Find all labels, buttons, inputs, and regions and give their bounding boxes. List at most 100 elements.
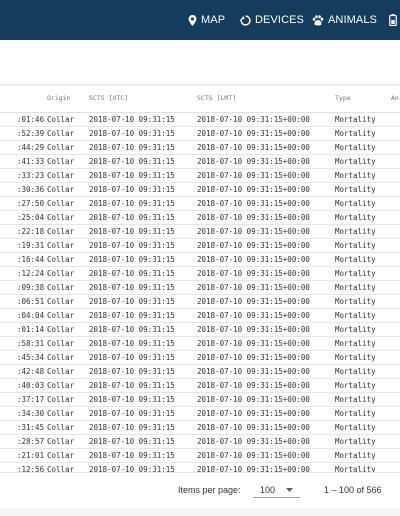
cell-scts-lmt: 2018-07-10 09:31:15+00:00: [197, 308, 335, 323]
cell-type: Mortality: [335, 364, 391, 379]
column-header-time[interactable]: [0, 84, 47, 113]
nav-animals-link[interactable]: ANIMALS: [312, 0, 377, 40]
cell-partial: [391, 392, 400, 407]
cell-type: Mortality: [335, 182, 391, 197]
cell-origin: Collar: [47, 126, 89, 141]
header-row: Origin SCTS [UTC] SCTS [LMT] Type An: [0, 84, 400, 113]
cell-scts-utc: 2018-07-10 09:31:15: [89, 322, 197, 337]
column-header-partial[interactable]: An: [391, 84, 400, 113]
table-row[interactable]: :09:38 Collar 2018-07-10 09:31:15 2018-07-1…: [0, 280, 400, 295]
table-row[interactable]: :12:24 Collar 2018-07-10 09:31:15 2018-07-1…: [0, 266, 400, 281]
table-row[interactable]: :22:18 Collar 2018-07-10 09:31:15 2018-07-1…: [0, 224, 400, 239]
cell-scts-lmt: 2018-07-10 09:31:15+00:00: [197, 420, 335, 435]
table-row[interactable]: :30:36 Collar 2018-07-10 09:31:15 2018-07-1…: [0, 182, 400, 197]
cell-origin: Collar: [47, 196, 89, 211]
cell-partial: [391, 112, 400, 127]
table-row[interactable]: :06:51 Collar 2018-07-10 09:31:15 2018-07-1…: [0, 294, 400, 309]
table-row[interactable]: :41:33 Collar 2018-07-10 09:31:15 2018-07-1…: [0, 154, 400, 169]
table-row[interactable]: :25:04 Collar 2018-07-10 09:31:15 2018-07-1…: [0, 210, 400, 225]
cell-origin: Collar: [47, 210, 89, 225]
cell-scts-lmt: 2018-07-10 09:31:15+00:00: [197, 336, 335, 351]
cell-time-text: :44:29: [17, 143, 45, 152]
cell-origin: Collar: [47, 420, 89, 435]
cell-partial: [391, 196, 400, 211]
table-row[interactable]: :52:39 Collar 2018-07-10 09:31:15 2018-07-1…: [0, 126, 400, 141]
table-row[interactable]: :33:23 Collar 2018-07-10 09:31:15 2018-07-1…: [0, 168, 400, 183]
cell-time-text: :12:56: [17, 465, 45, 472]
table-row[interactable]: :31:45 Collar 2018-07-10 09:31:15 2018-07-1…: [0, 420, 400, 435]
cell-type: Mortality: [335, 266, 391, 281]
table-row[interactable]: :01:14 Collar 2018-07-10 09:31:15 2018-07-1…: [0, 322, 400, 337]
table-row[interactable]: :19:31 Collar 2018-07-10 09:31:15 2018-07-1…: [0, 238, 400, 253]
column-header-scts-utc[interactable]: SCTS [UTC]: [89, 84, 197, 113]
cell-origin: Collar: [47, 224, 89, 239]
table-row[interactable]: :04:04 Collar 2018-07-10 09:31:15 2018-07-1…: [0, 308, 400, 323]
cell-scts-lmt: 2018-07-10 09:31:15+00:00: [197, 140, 335, 155]
column-header-type[interactable]: Type: [335, 84, 391, 113]
cell-scts-lmt: 2018-07-10 09:31:15+00:00: [197, 154, 335, 169]
cell-time-text: :33:23: [17, 171, 45, 180]
chevron-down-icon: [286, 488, 293, 492]
cell-partial: [391, 238, 400, 253]
table-row[interactable]: :40:03 Collar 2018-07-10 09:31:15 2018-07-1…: [0, 378, 400, 393]
bottom-strip: [0, 508, 400, 516]
cell-time-text: :42:48: [17, 367, 45, 376]
cell-time-text: :25:04: [17, 213, 45, 222]
cell-time: :09:38: [0, 280, 47, 295]
cell-time: :28:57: [0, 434, 47, 449]
nav-map-label: MAP: [201, 14, 226, 26]
table-row[interactable]: :42:48 Collar 2018-07-10 09:31:15 2018-07-1…: [0, 364, 400, 379]
table-row[interactable]: :34:30 Collar 2018-07-10 09:31:15 2018-07-1…: [0, 406, 400, 421]
cell-time: :22:18: [0, 224, 47, 239]
cell-time: :01:46: [0, 112, 47, 127]
table-row[interactable]: :28:57 Collar 2018-07-10 09:31:15 2018-07-1…: [0, 434, 400, 449]
cell-time: :25:04: [0, 210, 47, 225]
cell-partial: [391, 406, 400, 421]
cell-scts-utc: 2018-07-10 09:31:15: [89, 224, 197, 239]
nav-map-link[interactable]: MAP: [188, 0, 225, 40]
items-per-page-select[interactable]: 100: [253, 481, 300, 498]
nav-overflow-link[interactable]: [389, 0, 400, 40]
cell-scts-utc: 2018-07-10 09:31:15: [89, 294, 197, 309]
cell-scts-lmt: 2018-07-10 09:31:15+00:00: [197, 252, 335, 267]
cell-type: Mortality: [335, 196, 391, 211]
cell-scts-lmt: 2018-07-10 09:31:15+00:00: [197, 448, 335, 463]
cell-time: :45:34: [0, 350, 47, 365]
column-header-scts-lmt[interactable]: SCTS [LMT]: [197, 84, 335, 113]
table-row[interactable]: :37:17 Collar 2018-07-10 09:31:15 2018-07-1…: [0, 392, 400, 407]
map-pin-icon: [188, 14, 197, 26]
nav-devices-link[interactable]: DEVICES: [240, 0, 304, 40]
cell-type: Mortality: [335, 434, 391, 449]
cell-time: :06:51: [0, 294, 47, 309]
cell-origin: Collar: [47, 448, 89, 463]
cell-time: :12:24: [0, 266, 47, 281]
table-row[interactable]: :16:44 Collar 2018-07-10 09:31:15 2018-07-1…: [0, 252, 400, 267]
cell-origin: Collar: [47, 336, 89, 351]
cell-time-text: :31:45: [17, 423, 45, 432]
table-row[interactable]: :27:50 Collar 2018-07-10 09:31:15 2018-07-1…: [0, 196, 400, 211]
column-header-origin[interactable]: Origin: [47, 84, 89, 113]
cell-time-text: :28:57: [17, 437, 45, 446]
cell-scts-utc: 2018-07-10 09:31:15: [89, 336, 197, 351]
cell-scts-utc: 2018-07-10 09:31:15: [89, 280, 197, 295]
table-row[interactable]: :44:29 Collar 2018-07-10 09:31:15 2018-07-1…: [0, 140, 400, 155]
table-row[interactable]: :21:01 Collar 2018-07-10 09:31:15 2018-07-1…: [0, 448, 400, 463]
cell-partial: [391, 420, 400, 435]
cell-origin: Collar: [47, 364, 89, 379]
cell-partial: [391, 140, 400, 155]
table-row[interactable]: :12:56 Collar 2018-07-10 09:31:15 2018-07-1…: [0, 462, 400, 472]
table-row[interactable]: :01:46 Collar 2018-07-10 09:31:15 2018-07-1…: [0, 112, 400, 127]
cell-origin: Collar: [47, 140, 89, 155]
cell-time-text: :41:33: [17, 157, 45, 166]
cell-type: Mortality: [335, 238, 391, 253]
cell-scts-lmt: 2018-07-10 09:31:15+00:00: [197, 350, 335, 365]
cell-partial: [391, 224, 400, 239]
cell-scts-utc: 2018-07-10 09:31:15: [89, 210, 197, 225]
cell-scts-utc: 2018-07-10 09:31:15: [89, 406, 197, 421]
table-row[interactable]: :45:34 Collar 2018-07-10 09:31:15 2018-07-1…: [0, 350, 400, 365]
cell-time-text: :09:38: [17, 283, 45, 292]
cell-time-text: :58:31: [17, 339, 45, 348]
table-row[interactable]: :58:31 Collar 2018-07-10 09:31:15 2018-07-1…: [0, 336, 400, 351]
cell-type: Mortality: [335, 308, 391, 323]
cell-scts-lmt: 2018-07-10 09:31:15+00:00: [197, 266, 335, 281]
